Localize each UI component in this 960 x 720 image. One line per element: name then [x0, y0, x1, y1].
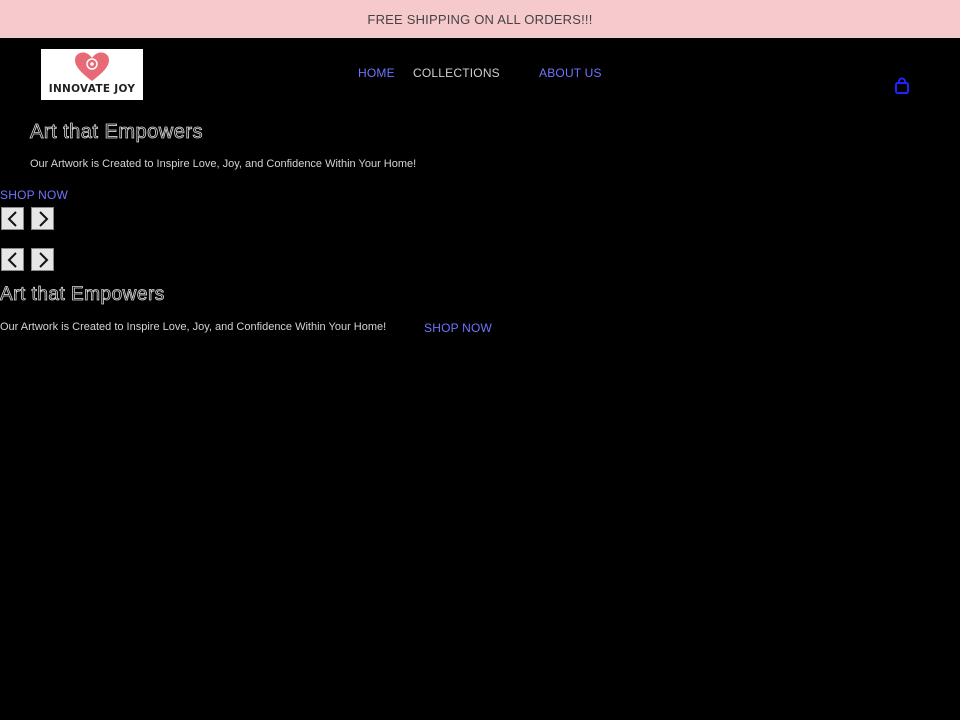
slide-shop-now-link[interactable]: SHOP NOW	[424, 321, 492, 335]
chevron-right-icon	[38, 251, 48, 268]
chevron-right-icon	[38, 210, 48, 227]
shop-now-link[interactable]: SHOP NOW	[0, 188, 68, 202]
logo[interactable]: INNOVATE JOY	[41, 49, 143, 100]
logo-text: INNOVATE JOY	[48, 83, 136, 95]
nav-about-us[interactable]: ABOUT US	[539, 66, 602, 80]
shopping-bag-icon	[895, 77, 909, 94]
hero-title: Art that Empowers	[30, 121, 204, 144]
hero-subtitle: Our Artwork is Created to Inspire Love, …	[30, 158, 417, 170]
announcement-bar: FREE SHIPPING ON ALL ORDERS!!!	[0, 0, 960, 38]
slider-next-button[interactable]	[31, 248, 54, 271]
slider-prev-button[interactable]	[1, 207, 24, 230]
chevron-left-icon	[7, 210, 17, 227]
chevron-left-icon	[7, 251, 17, 268]
slide-title: Art that Empowers	[0, 284, 165, 306]
cart-button[interactable]	[893, 77, 911, 95]
heart-icon	[75, 52, 109, 81]
slider-prev-button[interactable]	[1, 248, 24, 271]
nav-collections[interactable]: COLLECTIONS	[413, 66, 500, 80]
slider-next-button[interactable]	[31, 207, 54, 230]
announcement-text: FREE SHIPPING ON ALL ORDERS!!!	[367, 11, 593, 27]
nav-home[interactable]: HOME	[358, 66, 395, 80]
slide-subtitle: Our Artwork is Created to Inspire Love, …	[0, 321, 387, 333]
